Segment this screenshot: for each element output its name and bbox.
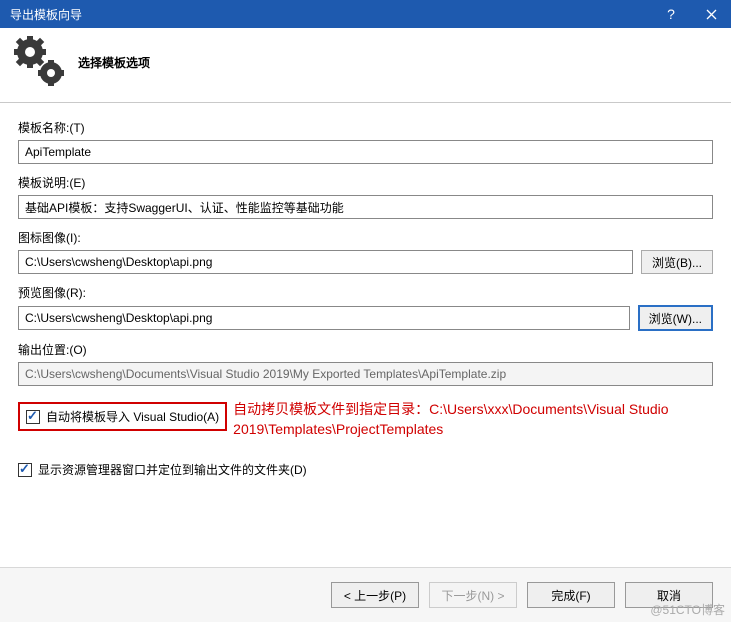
preview-image-input[interactable] [18,306,630,330]
next-button: 下一步(N) > [429,582,517,608]
titlebar: 导出模板向导 ? [0,0,731,28]
finish-button[interactable]: 完成(F) [527,582,615,608]
output-location-label: 输出位置:(O) [18,341,713,358]
close-button[interactable] [691,0,731,28]
template-desc-label: 模板说明:(E) [18,174,713,191]
template-name-input[interactable] [18,140,713,164]
open-explorer-checkbox[interactable] [18,463,32,477]
auto-import-checkbox[interactable] [26,410,40,424]
window-title: 导出模板向导 [10,6,651,23]
field-preview-image: 预览图像(R): 浏览(W)... [18,284,713,331]
field-icon-image: 图标图像(I): 浏览(B)... [18,229,713,274]
footer: < 上一步(P) 下一步(N) > 完成(F) 取消 [0,567,731,622]
preview-image-label: 预览图像(R): [18,284,713,301]
page-title: 选择模板选项 [78,54,150,71]
dialog-body: 选择模板选项 模板名称:(T) 模板说明:(E) 图标图像(I): 浏览(B).… [0,28,731,622]
output-location-input [18,362,713,386]
open-explorer-label[interactable]: 显示资源管理器窗口并定位到输出文件的文件夹(D) [38,461,307,478]
icon-image-input[interactable] [18,250,633,274]
icon-image-label: 图标图像(I): [18,229,713,246]
template-desc-input[interactable] [18,195,713,219]
browse-preview-button[interactable]: 浏览(W)... [638,305,713,331]
field-output-location: 输出位置:(O) [18,341,713,386]
watermark: @51CTO博客 [650,601,725,618]
browse-icon-button[interactable]: 浏览(B)... [641,250,713,274]
auto-import-row: 自动将模板导入 Visual Studio(A) 自动拷贝模板文件到指定目录：C… [18,396,713,439]
template-name-label: 模板名称:(T) [18,119,713,136]
field-template-desc: 模板说明:(E) [18,174,713,219]
close-icon [706,9,717,20]
field-template-name: 模板名称:(T) [18,119,713,164]
annotation-text: 自动拷贝模板文件到指定目录：C:\Users\xxx\Documents\Vis… [233,396,713,439]
auto-import-label[interactable]: 自动将模板导入 Visual Studio(A) [46,408,219,425]
prev-button[interactable]: < 上一步(P) [331,582,419,608]
help-button[interactable]: ? [651,0,691,28]
gear-icon [14,36,66,88]
dialog-header: 选择模板选项 [0,28,731,102]
content-area: 模板名称:(T) 模板说明:(E) 图标图像(I): 浏览(B)... 预览图像… [0,103,731,567]
open-explorer-row: 显示资源管理器窗口并定位到输出文件的文件夹(D) [18,461,713,478]
